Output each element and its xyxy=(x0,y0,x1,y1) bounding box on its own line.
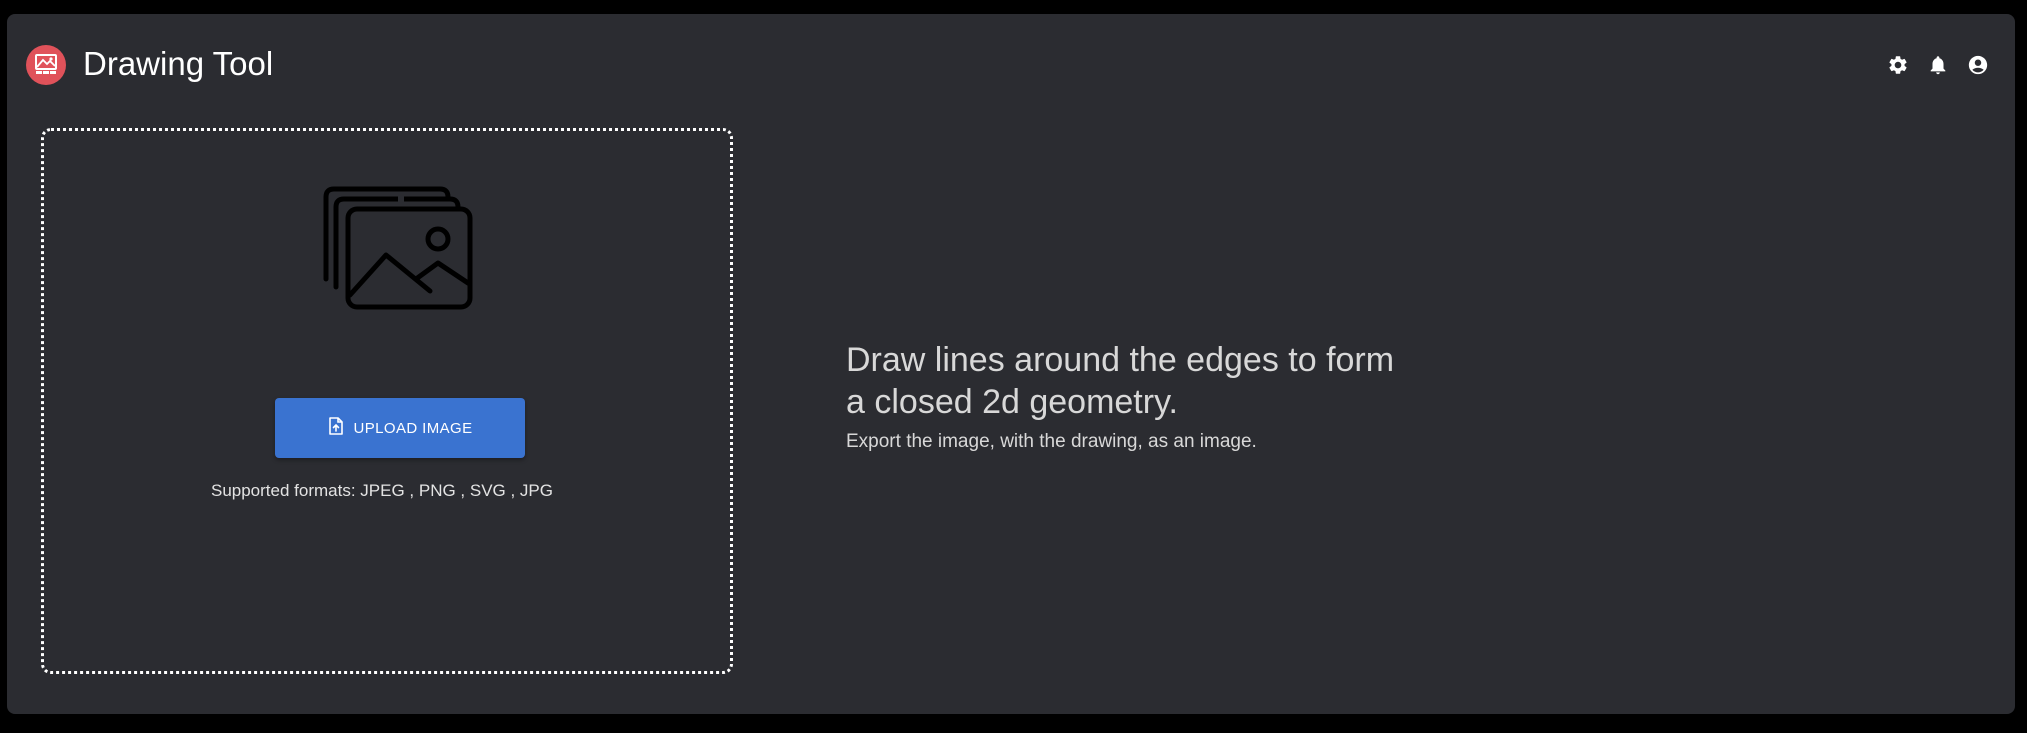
settings-gear-icon[interactable] xyxy=(1886,53,1910,77)
file-upload-icon xyxy=(328,417,344,439)
app-header: Drawing Tool xyxy=(7,14,2015,114)
drawing-image-icon xyxy=(26,45,66,85)
instructions-heading: Draw lines around the edges to form a cl… xyxy=(846,341,1395,421)
image-stack-icon xyxy=(323,186,473,310)
header-actions xyxy=(1886,53,1990,77)
upload-button-label: UPLOAD IMAGE xyxy=(353,419,473,437)
supported-formats-text: Supported formats: JPEG , PNG , SVG , JP… xyxy=(210,481,553,500)
instructions-panel: Draw lines around the edges to form a cl… xyxy=(846,339,1406,453)
image-dropzone[interactable]: UPLOAD IMAGE Supported formats: JPEG , P… xyxy=(41,128,733,674)
app-title: Drawing Tool xyxy=(83,45,274,82)
account-circle-icon[interactable] xyxy=(1966,53,1990,77)
instructions-subtext: Export the image, with the drawing, as a… xyxy=(846,431,1257,452)
app-panel: Drawing Tool UPLOAD IMAGE Supported form… xyxy=(7,14,2015,714)
upload-image-button[interactable]: UPLOAD IMAGE xyxy=(275,398,525,458)
notifications-bell-icon[interactable] xyxy=(1926,53,1950,77)
